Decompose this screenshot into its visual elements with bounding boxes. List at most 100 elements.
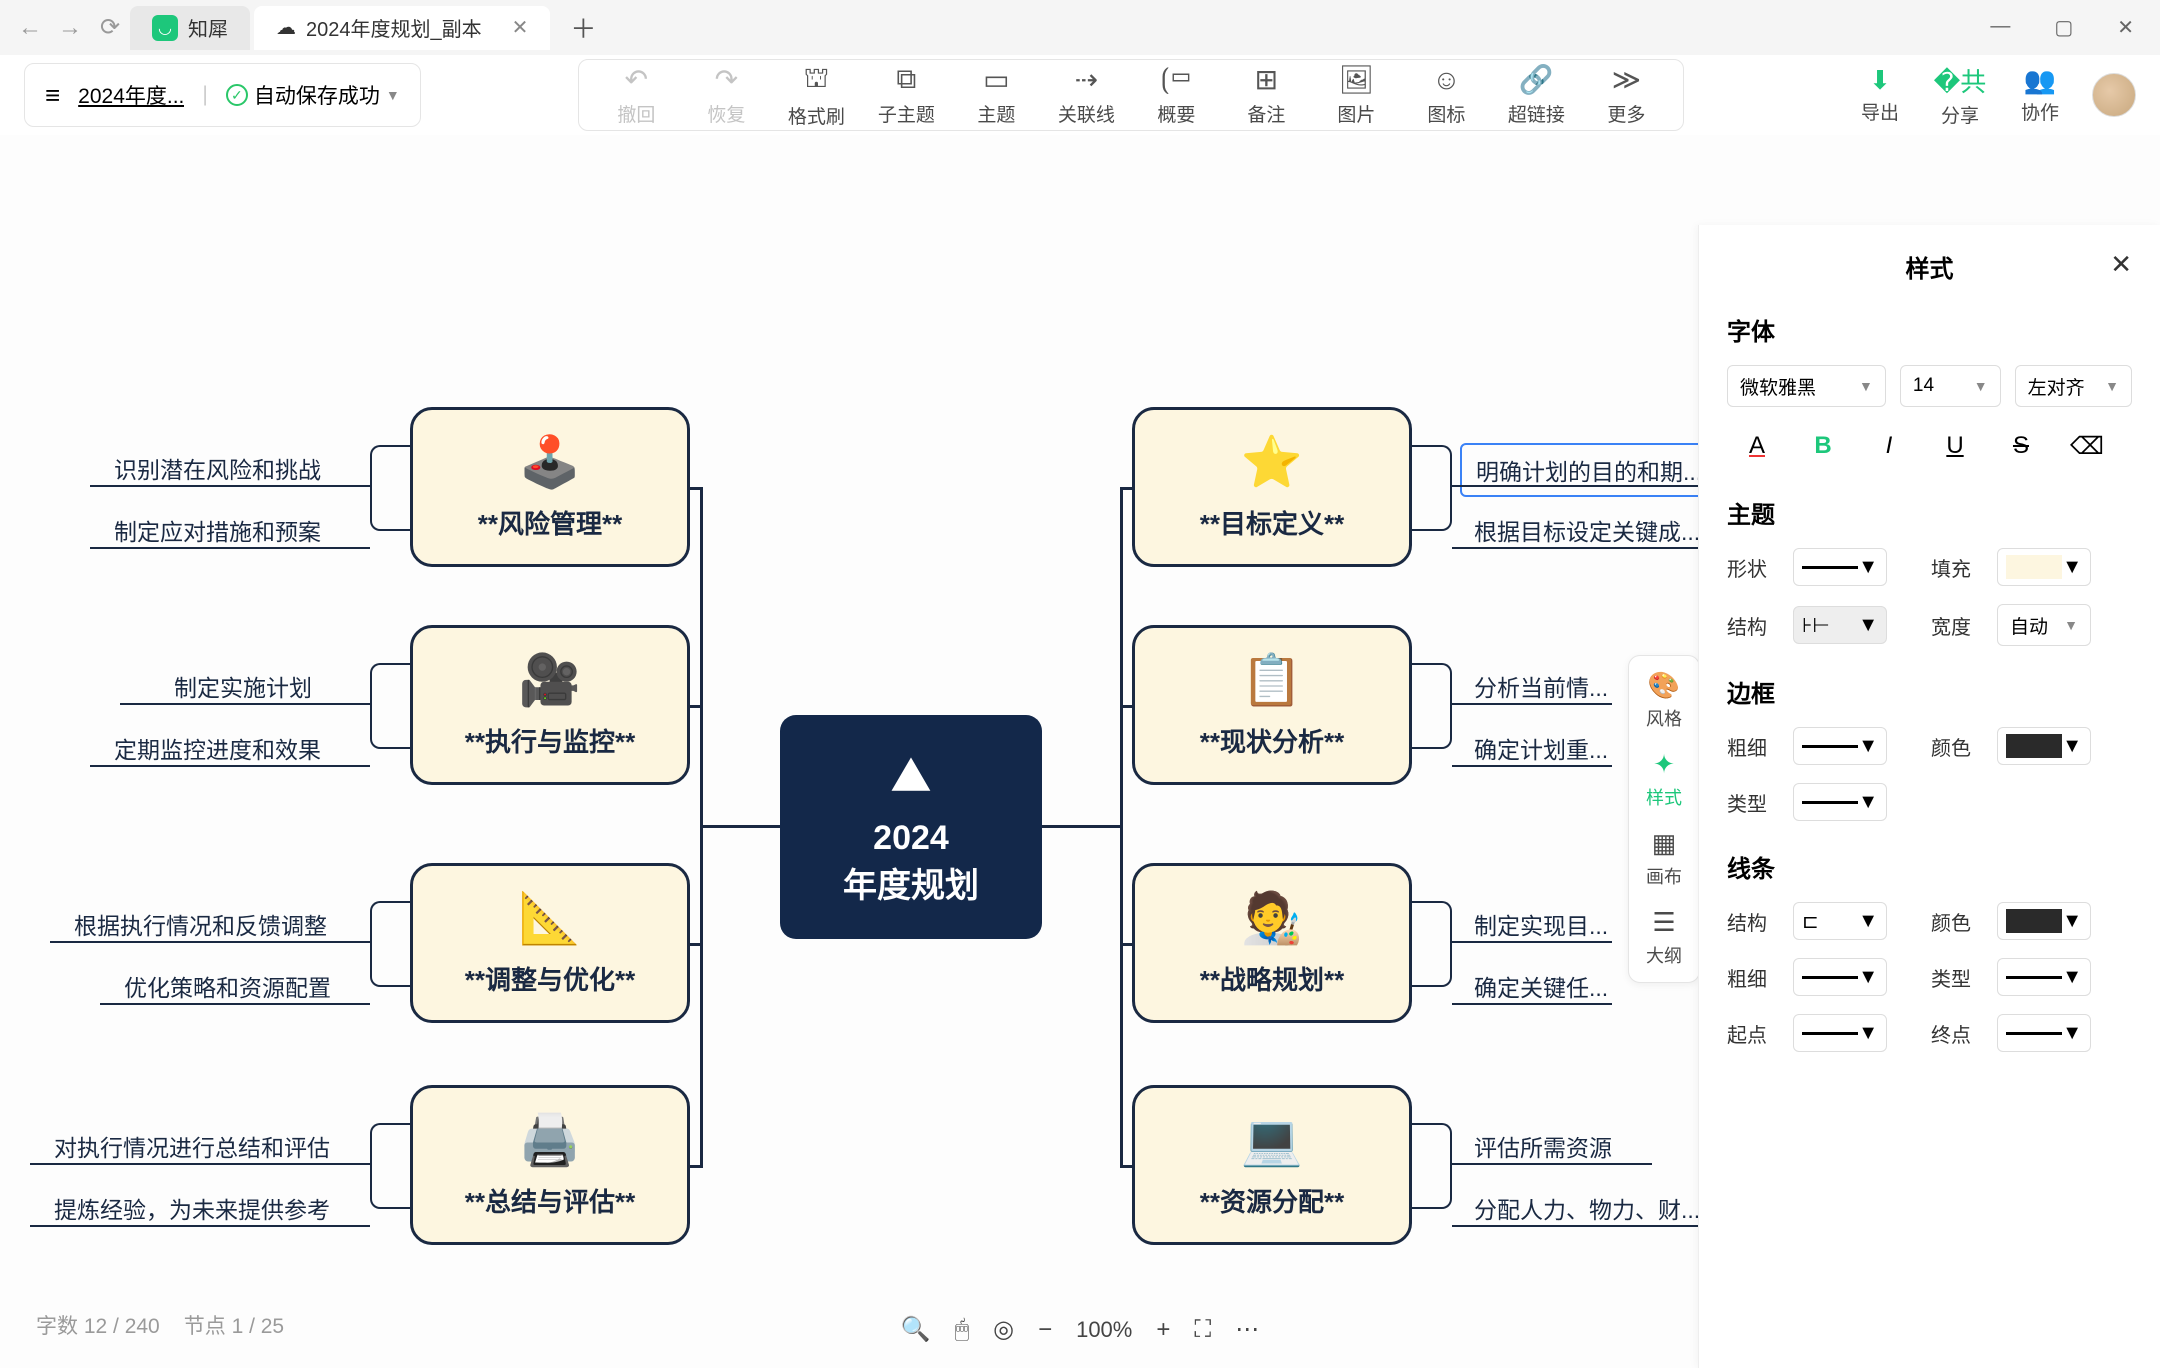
summary-button[interactable]: ⟮▭概要 [1131,63,1221,127]
central-node[interactable]: ⛰ 2024 年度规划 [780,715,1042,939]
tab-style-group[interactable]: 🎨风格 [1629,670,1699,731]
smiley-icon: ☺ [1432,64,1461,96]
tab-style[interactable]: ✦样式 [1629,749,1699,810]
border-thickness-select[interactable]: ▼ [1793,727,1887,765]
search-icon[interactable]: 🔍 [901,1315,931,1344]
border-type-select[interactable]: ▼ [1793,783,1887,821]
new-tab-icon[interactable]: ＋ [554,9,612,46]
central-line1: 2024 [873,819,949,858]
line-start-select[interactable]: ▼ [1793,1014,1887,1052]
mouse-icon[interactable]: 🖱 [955,1316,969,1344]
app-header: ≡ 2024年度... | ✓ 自动保存成功 ▼ ↶撤回 ↷恢复 ⛫格式刷 ⧉子… [0,55,2160,135]
browser-chrome: ← → ⟳ ◡ 知犀 ☁ 2024年度规划_副本 ✕ ＋ — ▢ ✕ [0,0,2160,55]
side-tabs: 🎨风格 ✦样式 ▦画布 ☰大纲 [1628,655,1700,983]
branch-goal[interactable]: ⭐ **目标定义** [1132,407,1412,567]
branch-summary[interactable]: 🖨️ **总结与评估** [410,1085,690,1245]
tab-document[interactable]: ☁ 2024年度规划_副本 ✕ [254,6,550,50]
line-structure-select[interactable]: ⊏▼ [1793,902,1887,940]
line-type-select[interactable]: ▼ [1997,958,2091,996]
italic-button[interactable]: I [1859,425,1919,467]
share-button[interactable]: �共分享 [1922,62,1998,128]
tab-outline[interactable]: ☰大纲 [1629,907,1699,968]
more-view-icon[interactable]: ⋯ [1235,1315,1259,1344]
style-panel: 样式 ✕ 字体 微软雅黑▼ 14▼ 左对齐▼ A B I U S ⌫ 主题 形状… [1698,225,2160,1368]
redo-button[interactable]: ↷恢复 [681,63,771,127]
minimize-icon[interactable]: — [1990,15,2010,40]
branch-exec[interactable]: 🎥 **执行与监控** [410,625,690,785]
export-button[interactable]: ⬇导出 [1842,65,1918,125]
node-count: 节点 1 / 25 [184,1310,284,1340]
shape-select[interactable]: ▼ [1793,548,1887,586]
note-button[interactable]: ⊞备注 [1221,63,1311,127]
topic-section: 主题 [1727,495,2132,530]
line-end-select[interactable]: ▼ [1997,1014,2091,1052]
menu-icon[interactable]: ≡ [45,80,60,111]
font-family-select[interactable]: 微软雅黑▼ [1727,365,1886,407]
layout-icon: ▦ [1652,828,1677,859]
target-icon[interactable]: ◎ [993,1315,1014,1344]
strike-button[interactable]: S [1991,425,2051,467]
main-toolbar: ↶撤回 ↷恢复 ⛫格式刷 ⧉子主题 ▭主题 ⇢关联线 ⟮▭概要 ⊞备注 🖼图片 … [578,59,1684,131]
bold-button[interactable]: B [1793,425,1853,467]
more-icon: ≫ [1612,63,1641,96]
nav-forward-icon[interactable]: → [50,8,90,48]
border-color-select[interactable]: ▼ [1997,727,2091,765]
clear-format-button[interactable]: ⌫ [2057,425,2117,467]
maximize-icon[interactable]: ▢ [2054,15,2073,40]
nav-back-icon[interactable]: ← [10,8,50,48]
zoom-out-icon[interactable]: − [1038,1316,1052,1344]
branch-strategy[interactable]: 🧑‍🎨 **战略规划** [1132,863,1412,1023]
branch-resource[interactable]: 💻 **资源分配** [1132,1085,1412,1245]
topic-button[interactable]: ▭主题 [951,63,1041,127]
relation-button[interactable]: ⇢关联线 [1041,63,1131,127]
autosave-status[interactable]: ✓ 自动保存成功 ▼ [226,80,400,110]
subtopic-button[interactable]: ⧉子主题 [861,63,951,127]
topic-icon: ▭ [983,63,1009,96]
close-tab-icon[interactable]: ✕ [492,15,529,40]
close-panel-icon[interactable]: ✕ [2110,249,2132,280]
tab-app[interactable]: ◡ 知犀 [130,6,250,50]
zoom-in-icon[interactable]: + [1156,1316,1170,1344]
fit-icon[interactable]: ⛶ [1194,1316,1211,1344]
width-select[interactable]: 自动▼ [1997,604,2091,646]
document-widget: ≡ 2024年度... | ✓ 自动保存成功 ▼ [24,63,421,127]
icon-button[interactable]: ☺图标 [1401,64,1491,127]
nav-refresh-icon[interactable]: ⟳ [90,8,130,48]
undo-button[interactable]: ↶撤回 [591,63,681,127]
more-button[interactable]: ≫更多 [1581,63,1671,127]
tab-doc-label: 2024年度规划_副本 [306,13,482,42]
underline-button[interactable]: U [1925,425,1985,467]
download-icon: ⬇ [1869,65,1891,96]
image-button[interactable]: 🖼图片 [1311,63,1401,127]
font-size-select[interactable]: 14▼ [1900,365,2001,407]
line-thickness-select[interactable]: ▼ [1793,958,1887,996]
note-icon: ⊞ [1255,63,1278,96]
subtopic-icon: ⧉ [896,63,916,96]
border-section: 边框 [1727,674,2132,709]
hyperlink-button[interactable]: 🔗超链接 [1491,63,1581,127]
status-bar: 字数 12 / 240 节点 1 / 25 [36,1310,284,1340]
branch-adjust[interactable]: 📐 **调整与优化** [410,863,690,1023]
structure-select[interactable]: ⊦⊢▼ [1793,606,1887,644]
share-icon: �共 [1934,62,1987,99]
close-window-icon[interactable]: ✕ [2117,15,2134,40]
clipboard-icon: 📋 [1241,651,1303,710]
format-brush-button[interactable]: ⛫格式刷 [771,62,861,129]
person-icon: 🧑‍🎨 [1241,889,1303,948]
fill-select[interactable]: ▼ [1997,548,2091,586]
collab-button[interactable]: 👥协作 [2002,65,2078,125]
font-color-button[interactable]: A [1727,425,1787,467]
leaf-selected[interactable]: 明确计划的目的和期... [1460,443,1718,497]
tab-canvas[interactable]: ▦画布 [1629,828,1699,889]
branch-status[interactable]: 📋 **现状分析** [1132,625,1412,785]
image-icon: 🖼 [1339,63,1375,96]
align-select[interactable]: 左对齐▼ [2015,365,2132,407]
branch-risk[interactable]: 🕹️ **风险管理** [410,407,690,567]
zoom-level[interactable]: 100% [1076,1317,1132,1343]
right-actions: ⬇导出 �共分享 👥协作 [1842,62,2136,128]
document-name[interactable]: 2024年度... [78,80,184,110]
joystick-icon: 🕹️ [519,433,581,492]
line-color-select[interactable]: ▼ [1997,902,2091,940]
collab-icon: 👥 [2024,65,2056,96]
avatar[interactable] [2092,73,2136,117]
